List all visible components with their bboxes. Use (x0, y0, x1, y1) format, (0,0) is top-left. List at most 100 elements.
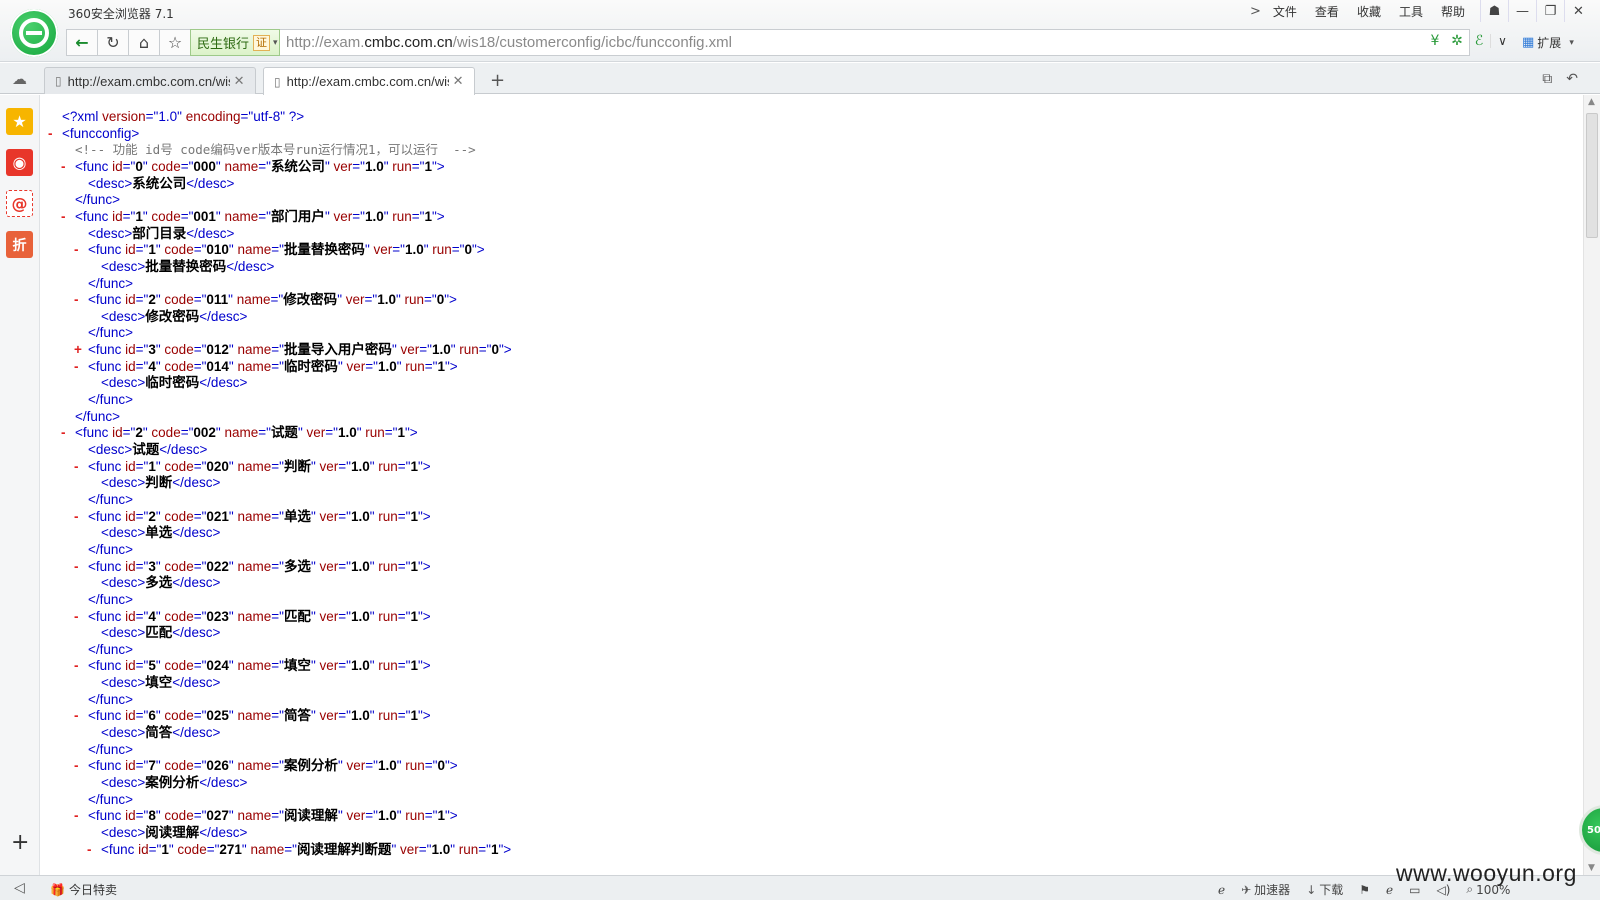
collapse-node-toggle[interactable]: - (74, 707, 79, 724)
xml-val: 027 (206, 808, 229, 824)
collapse-node-toggle[interactable]: - (74, 558, 79, 575)
vertical-scrollbar[interactable]: ▲ ▼ (1583, 95, 1600, 875)
xml-tag: =" (338, 558, 351, 574)
back-button[interactable]: ← (66, 29, 97, 56)
collapse-node-toggle[interactable]: - (74, 241, 79, 258)
cloud-sync-icon[interactable]: ☁ (12, 70, 27, 88)
collapse-node-toggle[interactable]: - (48, 125, 53, 142)
tab-1[interactable]: ▯ http://exam.cmbc.com.cn/wis18/customer… (44, 67, 256, 94)
menu-favorites[interactable]: 收藏 (1357, 3, 1381, 20)
xml-tag: =" (271, 608, 284, 624)
xml-tag: =" (122, 158, 136, 174)
favorite-star-button[interactable]: ☆ (159, 29, 190, 56)
collapse-node-toggle[interactable]: - (74, 458, 79, 475)
xml-txt: 部门目录 (132, 225, 187, 241)
sidebar-add-icon[interactable]: + (11, 830, 29, 855)
collapse-node-toggle[interactable]: - (74, 358, 79, 375)
expand-node-toggle[interactable]: + (74, 341, 82, 358)
tab-bar: ☁ ▯ http://exam.cmbc.com.cn/wis18/custom… (0, 63, 1600, 95)
discount-tag-icon[interactable]: 折 (6, 231, 33, 258)
xml-val: 1 (410, 708, 418, 724)
menu-tools[interactable]: 工具 (1399, 3, 1423, 20)
xml-tag: =" (240, 109, 254, 124)
download-button[interactable]: ↓ 下载 (1306, 881, 1343, 898)
maximize-button[interactable]: ❐ (1536, 0, 1564, 22)
bank-security-badge[interactable]: 民生银行 证 ▾ (190, 29, 280, 56)
security-shield-icon[interactable]: ✲ (1446, 33, 1468, 49)
extensions-button[interactable]: ▦ 扩展 ▾ (1522, 34, 1574, 51)
collapse-node-toggle[interactable]: - (74, 608, 79, 625)
accelerator-button[interactable]: ✈ 加速器 (1241, 881, 1290, 898)
new-tab-button[interactable]: + (490, 70, 505, 91)
title-bar: 360安全浏览器 7.1 > 文件 查看 收藏 工具 帮助 ☗ — ❐ ✕ ← … (0, 0, 1600, 62)
collapse-node-toggle[interactable]: - (61, 424, 66, 441)
xml-tag: <desc> (101, 824, 146, 840)
speed-mode-icon[interactable]: ℰ (1468, 33, 1490, 49)
xml-val: 025 (206, 708, 229, 724)
menu-help[interactable]: 帮助 (1441, 3, 1465, 20)
email-at-icon[interactable]: @ (6, 190, 33, 217)
xml-tag: <func (88, 558, 126, 574)
address-dropdown-icon[interactable]: ∨ (1490, 34, 1514, 48)
minimize-button[interactable]: — (1508, 0, 1536, 22)
xml-tag: </desc> (226, 258, 275, 274)
skin-icon[interactable]: ☗ (1480, 0, 1508, 22)
collapse-node-toggle[interactable]: - (74, 807, 79, 824)
chevron-down-icon[interactable]: ▾ (273, 38, 278, 48)
xml-attr: run (432, 242, 452, 258)
flag-icon[interactable]: ⚑ (1359, 883, 1370, 897)
collapse-node-toggle[interactable]: - (61, 158, 66, 175)
weibo-icon[interactable]: ◉ (6, 149, 33, 176)
close-tab-icon[interactable]: ✕ (453, 74, 464, 89)
close-window-button[interactable]: ✕ (1564, 0, 1592, 22)
url-input[interactable]: http://exam. cmbc.com.cn/wis18/customerco… (280, 29, 1470, 56)
tab-2-active[interactable]: ▯ http://exam.cmbc.com.cn/wis18/customer… (263, 67, 475, 95)
xml-val: 012 (206, 342, 229, 358)
xml-tag: " (396, 758, 406, 774)
undo-close-tab-icon[interactable]: ↶ (1566, 71, 1578, 87)
home-button[interactable]: ⌂ (128, 29, 159, 56)
daily-deal-link[interactable]: 🎁 今日特卖 (50, 881, 117, 898)
browser-mode-icon[interactable]: ℯ (1386, 883, 1393, 897)
xml-tag: =" (135, 458, 149, 474)
xml-tag: "> (444, 758, 458, 774)
xml-tag: =" (424, 758, 438, 774)
menu-file[interactable]: 文件 (1273, 3, 1297, 20)
scroll-down-icon[interactable]: ▼ (1588, 863, 1595, 873)
xml-attr: run (392, 208, 412, 224)
xml-tag: =" (392, 242, 405, 258)
xml-tag: =" (397, 458, 411, 474)
collapse-node-toggle[interactable]: - (61, 208, 66, 225)
xml-tag: =" (352, 208, 365, 224)
xml-tag: =" (365, 358, 378, 374)
xml-val: 014 (206, 358, 229, 374)
xml-val: 1.0 (350, 508, 370, 524)
refresh-button[interactable]: ↻ (97, 29, 128, 56)
ie-mode-icon[interactable]: ℯ (1218, 883, 1225, 897)
close-tab-icon[interactable]: ✕ (234, 74, 245, 89)
xml-tag: " (391, 841, 400, 857)
menu-view[interactable]: 查看 (1315, 3, 1339, 20)
xml-attr: ver (373, 242, 393, 258)
collapse-node-toggle[interactable]: - (74, 508, 79, 525)
xml-tag: =" (338, 608, 351, 624)
favorites-star-icon[interactable]: ★ (6, 108, 33, 135)
xml-val: 1.0 (350, 658, 370, 674)
scroll-up-icon[interactable]: ▲ (1588, 97, 1595, 107)
menu-chevron-icon[interactable]: > (1250, 4, 1261, 19)
xml-tag: 1.0 (158, 109, 178, 124)
payment-yen-icon[interactable]: ¥ (1424, 33, 1446, 49)
xml-attr: run (458, 841, 479, 857)
xml-val: 020 (206, 458, 229, 474)
collapse-node-toggle[interactable]: - (74, 291, 79, 308)
collapse-node-toggle[interactable]: - (87, 841, 92, 858)
xml-tag: " (396, 358, 406, 374)
360-browser-logo-icon[interactable] (10, 9, 58, 57)
xml-val: 023 (206, 608, 229, 624)
collapse-sidebar-icon[interactable]: ◁ (14, 880, 25, 896)
tab-list-icon[interactable]: ⧉ (1542, 71, 1552, 87)
xml-attr: name (250, 841, 285, 857)
collapse-node-toggle[interactable]: - (74, 657, 79, 674)
collapse-node-toggle[interactable]: - (74, 757, 79, 774)
scrollbar-thumb[interactable] (1586, 113, 1598, 238)
